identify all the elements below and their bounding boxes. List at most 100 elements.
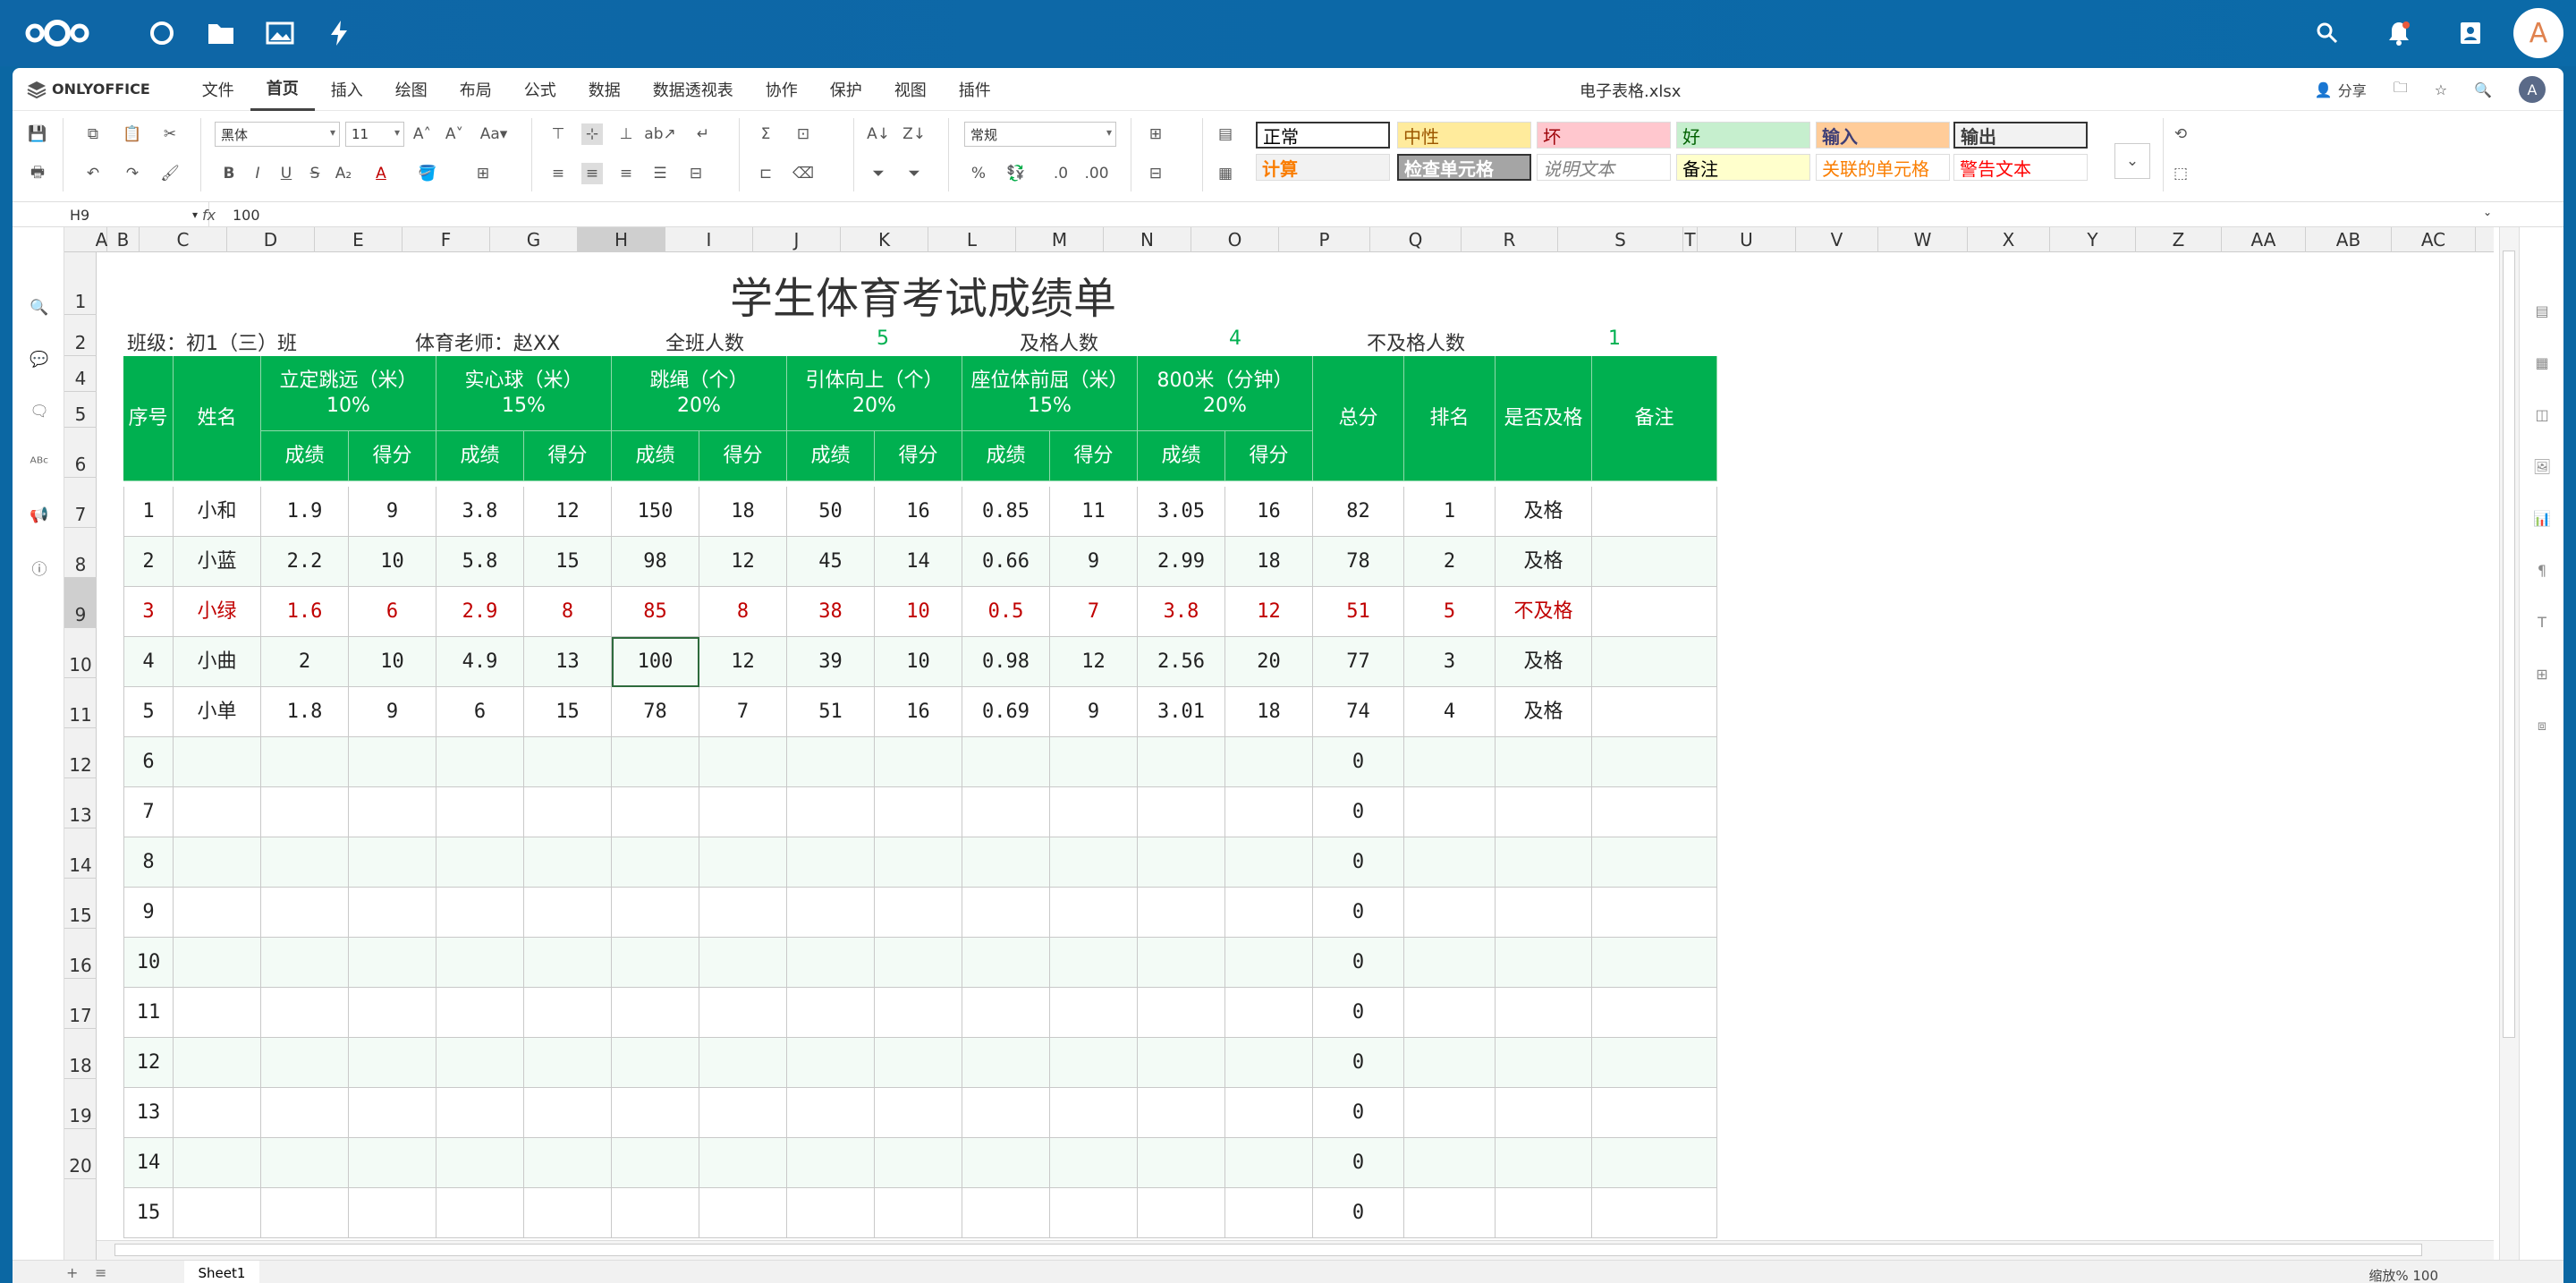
cell-r9-c9[interactable]	[875, 938, 962, 988]
cell-r10-c0[interactable]: 11	[123, 988, 174, 1038]
sub-points-0[interactable]: 得分	[349, 431, 436, 481]
cell-r5-c17[interactable]	[1592, 737, 1717, 787]
cell-r8-c10[interactable]	[962, 888, 1050, 938]
chart-settings-icon[interactable]: 📊	[2530, 506, 2554, 530]
format-as-table-icon[interactable]: ▦	[1215, 163, 1236, 184]
cell-r9-c0[interactable]: 10	[123, 938, 174, 988]
cell-r10-c10[interactable]	[962, 988, 1050, 1038]
cell-r6-c1[interactable]	[174, 787, 261, 837]
cell-r4-c1[interactable]: 小单	[174, 687, 261, 737]
header-note[interactable]: 备注	[1592, 356, 1717, 481]
cell-r5-c16[interactable]	[1496, 737, 1592, 787]
cell-r7-c3[interactable]	[349, 837, 436, 888]
cell-r11-c16[interactable]	[1496, 1038, 1592, 1088]
cell-r0-c15[interactable]: 1	[1404, 487, 1496, 537]
column-header-E[interactable]: E	[315, 227, 402, 252]
cell-r12-c7[interactable]	[699, 1088, 787, 1138]
cell-r14-c0[interactable]: 15	[123, 1188, 174, 1238]
cell-r11-c15[interactable]	[1404, 1038, 1496, 1088]
cell-r7-c16[interactable]	[1496, 837, 1592, 888]
cell-r8-c9[interactable]	[875, 888, 962, 938]
cell-r2-c10[interactable]: 0.5	[962, 587, 1050, 637]
cell-r12-c15[interactable]	[1404, 1088, 1496, 1138]
cell-r10-c7[interactable]	[699, 988, 787, 1038]
menu-tab-2[interactable]: 插入	[315, 68, 379, 111]
cell-r0-c13[interactable]: 16	[1225, 487, 1313, 537]
cell-r14-c17[interactable]	[1592, 1188, 1717, 1238]
cell-r11-c6[interactable]	[612, 1038, 699, 1088]
menu-tab-9[interactable]: 保护	[814, 68, 878, 111]
cell-r5-c4[interactable]	[436, 737, 524, 787]
cell-r12-c17[interactable]	[1592, 1088, 1717, 1138]
cell-r6-c6[interactable]	[612, 787, 699, 837]
cell-r12-c2[interactable]	[261, 1088, 349, 1138]
cell-r7-c15[interactable]	[1404, 837, 1496, 888]
subscript-icon[interactable]: A₂	[333, 163, 354, 184]
shape-settings-icon[interactable]: ◫	[2530, 403, 2554, 426]
sub-points-2[interactable]: 得分	[699, 431, 787, 481]
cell-r1-c12[interactable]: 2.99	[1138, 537, 1225, 587]
cell-r1-c4[interactable]: 5.8	[436, 537, 524, 587]
textart-settings-icon[interactable]: T	[2530, 610, 2554, 633]
merge-cells-icon[interactable]: ⊟	[685, 163, 707, 184]
cell-r10-c14[interactable]: 0	[1313, 988, 1404, 1038]
row-header-7[interactable]: 7	[64, 478, 97, 528]
column-header-G[interactable]: G	[490, 227, 578, 252]
cell-r6-c0[interactable]: 7	[123, 787, 174, 837]
save-icon[interactable]: 💾	[27, 123, 48, 145]
cell-r6-c2[interactable]	[261, 787, 349, 837]
cell-r14-c6[interactable]	[612, 1188, 699, 1238]
cell-r5-c7[interactable]	[699, 737, 787, 787]
cell-r10-c9[interactable]	[875, 988, 962, 1038]
row-header-13[interactable]: 13	[64, 778, 97, 828]
header-event-2[interactable]: 跳绳（个） 20%	[612, 356, 787, 431]
sub-points-1[interactable]: 得分	[524, 431, 612, 481]
cell-r5-c10[interactable]	[962, 737, 1050, 787]
cell-r3-c14[interactable]: 77	[1313, 637, 1404, 687]
cell-r2-c11[interactable]: 7	[1050, 587, 1138, 637]
cell-r4-c10[interactable]: 0.69	[962, 687, 1050, 737]
cell-r1-c7[interactable]: 12	[699, 537, 787, 587]
sort-ascending-icon[interactable]: A↓	[867, 123, 890, 145]
undo-icon[interactable]: ↶	[82, 163, 104, 184]
cell-r12-c5[interactable]	[524, 1088, 612, 1138]
column-header-A[interactable]: A	[96, 227, 107, 252]
cell-r7-c4[interactable]	[436, 837, 524, 888]
cell-r8-c7[interactable]	[699, 888, 787, 938]
column-header-M[interactable]: M	[1016, 227, 1104, 252]
cell-r5-c14[interactable]: 0	[1313, 737, 1404, 787]
cell-r8-c15[interactable]	[1404, 888, 1496, 938]
cell-style-9[interactable]: 备注	[1676, 154, 1810, 181]
cell-r5-c13[interactable]	[1225, 737, 1313, 787]
cell-style-0[interactable]: 正常	[1256, 122, 1390, 149]
cell-r3-c0[interactable]: 4	[123, 637, 174, 687]
cell-r7-c14[interactable]: 0	[1313, 837, 1404, 888]
cell-r6-c7[interactable]	[699, 787, 787, 837]
cell-r13-c5[interactable]	[524, 1138, 612, 1188]
filter-icon[interactable]: ⏷	[868, 163, 889, 184]
cell-r4-c8[interactable]: 51	[787, 687, 875, 737]
cell-r2-c14[interactable]: 51	[1313, 587, 1404, 637]
cell-r9-c11[interactable]	[1050, 938, 1138, 988]
cell-r0-c16[interactable]: 及格	[1496, 487, 1592, 537]
cell-r0-c9[interactable]: 16	[875, 487, 962, 537]
underline-icon[interactable]: U	[275, 163, 297, 184]
sub-points-5[interactable]: 得分	[1225, 431, 1313, 481]
feedback-icon[interactable]: 📢	[27, 503, 52, 528]
italic-icon[interactable]: I	[247, 163, 268, 184]
cell-r3-c17[interactable]	[1592, 637, 1717, 687]
cell-r3-c8[interactable]: 39	[787, 637, 875, 687]
cell-r13-c14[interactable]: 0	[1313, 1138, 1404, 1188]
fill-color-icon[interactable]: 🪣	[417, 163, 438, 184]
cell-r2-c15[interactable]: 5	[1404, 587, 1496, 637]
cell-r14-c15[interactable]	[1404, 1188, 1496, 1238]
column-header-C[interactable]: C	[140, 227, 227, 252]
cell-r8-c0[interactable]: 9	[123, 888, 174, 938]
column-header-AC[interactable]: AC	[2392, 227, 2476, 252]
cell-r14-c2[interactable]	[261, 1188, 349, 1238]
cell-r7-c12[interactable]	[1138, 837, 1225, 888]
cell-r9-c8[interactable]	[787, 938, 875, 988]
cell-r8-c5[interactable]	[524, 888, 612, 938]
cell-r7-c8[interactable]	[787, 837, 875, 888]
cell-r6-c14[interactable]: 0	[1313, 787, 1404, 837]
